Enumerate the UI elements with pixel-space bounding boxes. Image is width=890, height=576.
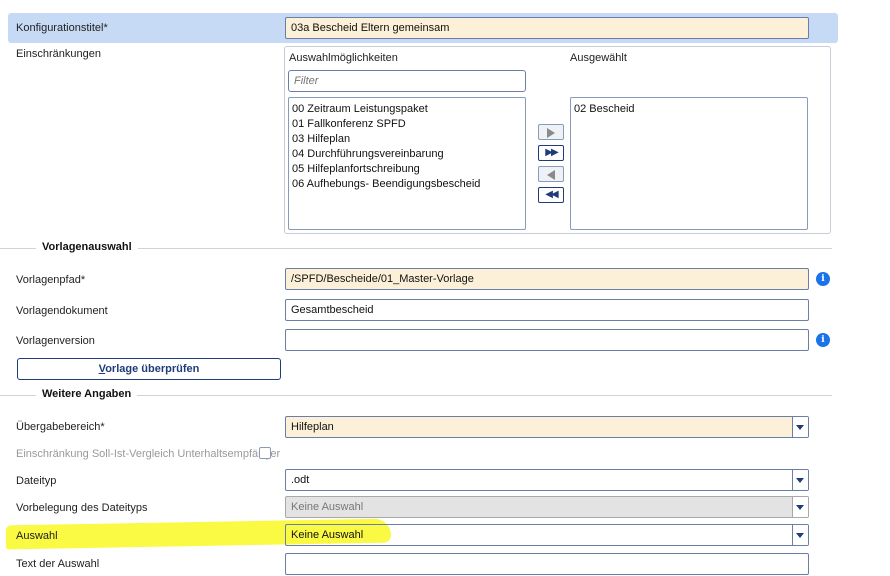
double-arrow-left-icon: ◀◀	[545, 189, 558, 200]
handover-select[interactable]: Hilfeplan	[285, 416, 809, 438]
list-item[interactable]: 04 Durchführungsvereinbarung	[292, 147, 522, 162]
handover-value: Hilfeplan	[291, 421, 334, 433]
title-label: Konfigurationstitel*	[16, 22, 108, 34]
restriction-label: Einschränkung Soll-Ist-Vergleich Unterha…	[16, 448, 281, 460]
check-template-button[interactable]: Vorlage überprüfen	[17, 358, 281, 380]
selection-text-label: Text der Auswahl	[16, 558, 100, 570]
available-list[interactable]: 00 Zeitraum Leistungspaket 01 Fallkonfer…	[288, 97, 526, 230]
list-item[interactable]: 00 Zeitraum Leistungspaket	[292, 102, 522, 117]
prefill-label: Vorbelegung des Dateityps	[16, 502, 148, 514]
selection-text-input[interactable]	[285, 553, 809, 575]
template-doc-input[interactable]: Gesamtbescheid	[285, 299, 809, 321]
double-arrow-right-icon: ▶▶	[545, 147, 558, 158]
template-version-label: Vorlagenversion	[16, 335, 95, 347]
list-item[interactable]: 03 Hilfeplan	[292, 132, 522, 147]
restrictions-label: Einschränkungen	[16, 48, 102, 60]
move-right-button[interactable]	[538, 124, 564, 140]
section-title-more: Weitere Angaben	[36, 388, 138, 400]
selection-label: Auswahl	[16, 530, 58, 542]
list-item[interactable]: 06 Aufhebungs- Beendigungsbescheid	[292, 177, 522, 192]
chevron-down-icon	[792, 497, 808, 517]
move-all-right-button[interactable]: ▶▶	[538, 145, 564, 161]
filter-input[interactable]	[288, 70, 526, 92]
available-header: Auswahlmöglichkeiten	[289, 52, 398, 64]
chevron-down-icon[interactable]	[792, 470, 808, 490]
arrow-right-icon	[547, 128, 555, 138]
selection-value: Keine Auswahl	[291, 529, 364, 541]
filetype-select[interactable]: .odt	[285, 469, 809, 491]
button-label: orlage überprüfen	[105, 363, 200, 375]
template-path-input[interactable]: /SPFD/Bescheide/01_Master-Vorlage	[285, 268, 809, 290]
template-version-input[interactable]	[285, 329, 809, 351]
chevron-down-icon[interactable]	[792, 417, 808, 437]
template-doc-label: Vorlagendokument	[16, 305, 108, 317]
arrow-left-icon	[547, 170, 555, 180]
chevron-down-icon[interactable]	[792, 525, 808, 545]
filetype-label: Dateityp	[16, 475, 57, 487]
restriction-checkbox[interactable]	[259, 447, 271, 459]
selected-list[interactable]: 02 Bescheid	[570, 97, 808, 230]
list-item[interactable]: 01 Fallkonferenz SPFD	[292, 117, 522, 132]
prefill-select: Keine Auswahl	[285, 496, 809, 518]
section-title-template: Vorlagenauswahl	[36, 241, 138, 253]
template-path-label: Vorlagenpfad*	[16, 274, 86, 286]
move-left-button[interactable]	[538, 166, 564, 182]
move-all-left-button[interactable]: ◀◀	[538, 187, 564, 203]
filetype-value: .odt	[291, 474, 310, 486]
info-icon[interactable]: i	[816, 272, 830, 286]
list-item[interactable]: 05 Hilfeplanfortschreibung	[292, 162, 522, 177]
selection-select[interactable]: Keine Auswahl	[285, 524, 809, 546]
title-input[interactable]: 03a Bescheid Eltern gemeinsam	[285, 17, 809, 39]
prefill-value: Keine Auswahl	[291, 501, 364, 513]
info-icon[interactable]: i	[816, 333, 830, 347]
selected-header: Ausgewählt	[570, 52, 627, 64]
handover-label: Übergabebereich*	[16, 421, 105, 433]
list-item[interactable]: 02 Bescheid	[574, 102, 804, 117]
